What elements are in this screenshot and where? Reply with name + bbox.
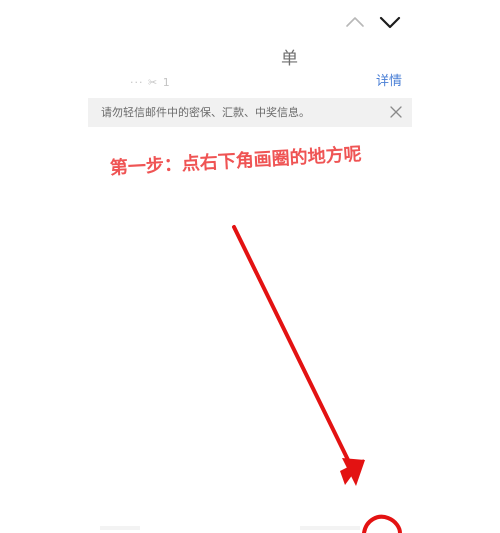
chevron-up-icon[interactable] [344, 12, 366, 32]
chevron-down-icon[interactable] [378, 12, 402, 34]
bottom-toolbar-hint [300, 526, 360, 530]
arrow-icon [232, 225, 402, 533]
security-warning-banner: 请勿轻信邮件中的密保、汇款、中奖信息。 [88, 98, 412, 127]
bottom-toolbar-hint [100, 526, 140, 530]
mail-title: 单 [281, 49, 298, 69]
warning-text: 请勿轻信邮件中的密保、汇款、中奖信息。 [101, 106, 310, 119]
mail-meta: ··· ✂ 1 [130, 76, 171, 89]
details-link[interactable]: 详情 [376, 73, 402, 91]
close-icon[interactable] [390, 106, 402, 118]
target-circle-mark [362, 514, 402, 533]
annotation-text: 第一步：点右下角画圈的地方呢 [109, 143, 363, 179]
